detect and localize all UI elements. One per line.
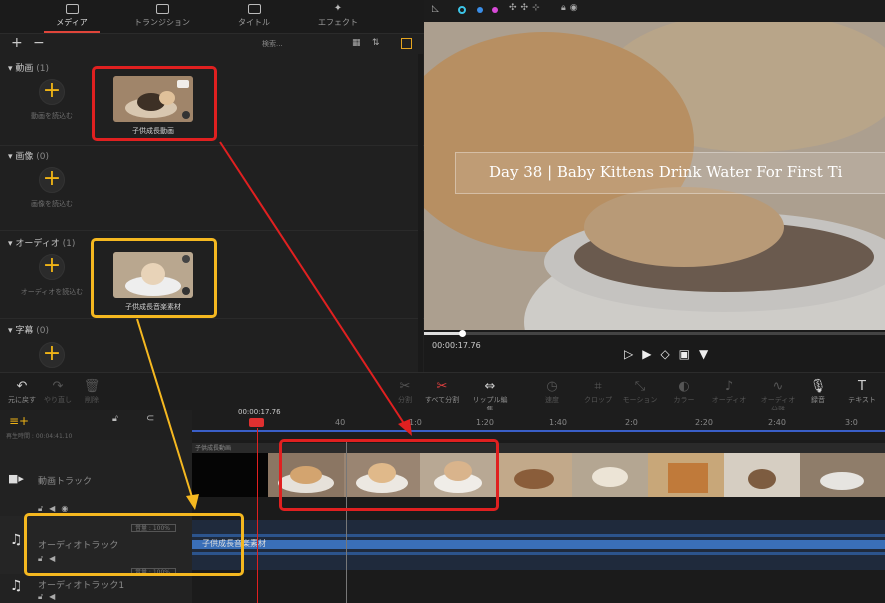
- red-arrow: [219, 141, 406, 426]
- yellow-arrow: [136, 318, 193, 498]
- annotation-arrows: [136, 141, 412, 510]
- yellow-arrowhead: [186, 494, 199, 510]
- red-arrowhead: [398, 419, 412, 436]
